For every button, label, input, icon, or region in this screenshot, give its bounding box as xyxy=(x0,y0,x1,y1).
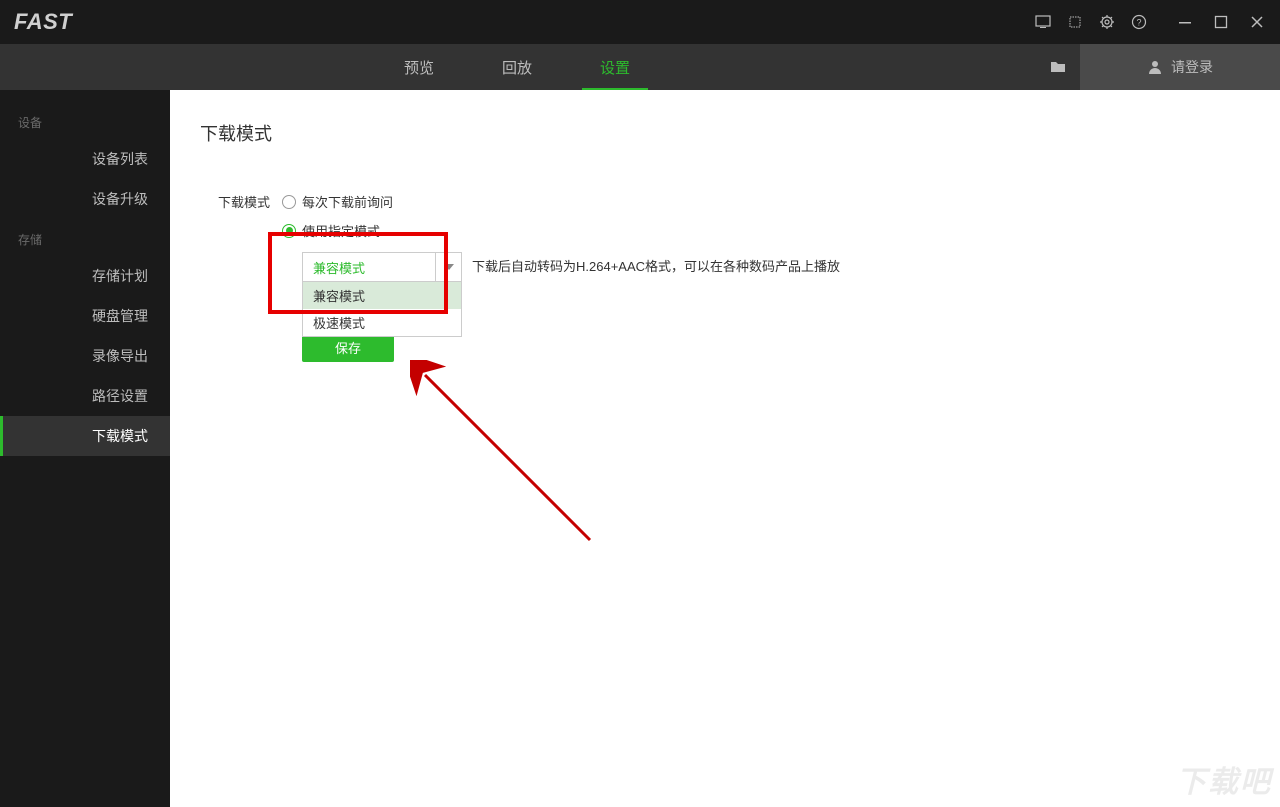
content: 下载模式 下载模式 每次下载前询问 使用指定模式 兼容模式 xyxy=(170,90,1280,807)
sidebar-item-device-list[interactable]: 设备列表 xyxy=(0,139,170,179)
user-icon xyxy=(1147,59,1163,75)
window-controls xyxy=(1176,13,1266,31)
radio-icon xyxy=(282,195,296,209)
close-button[interactable] xyxy=(1248,13,1266,31)
chip-icon[interactable] xyxy=(1066,13,1084,31)
sidebar-item-record-export[interactable]: 录像导出 xyxy=(0,336,170,376)
chevron-down-icon xyxy=(435,253,461,281)
radio-ask-each-time[interactable]: 每次下载前询问 xyxy=(282,192,393,211)
sidebar-item-storage-plan[interactable]: 存储计划 xyxy=(0,256,170,296)
sidebar-item-download-mode[interactable]: 下载模式 xyxy=(0,416,170,456)
form-row-radio1: 下载模式 每次下载前询问 xyxy=(200,192,1250,211)
dropdown: 兼容模式 极速模式 xyxy=(302,282,462,337)
form-label: 下载模式 xyxy=(200,192,270,211)
screen-icon[interactable] xyxy=(1034,13,1052,31)
sidebar-group-device: 设备 xyxy=(0,102,170,139)
sidebar: 设备 设备列表 设备升级 存储 存储计划 硬盘管理 录像导出 路径设置 下载模式 xyxy=(0,90,170,807)
minimize-button[interactable] xyxy=(1176,13,1194,31)
gear-icon[interactable] xyxy=(1098,13,1116,31)
help-icon[interactable]: ? xyxy=(1130,13,1148,31)
save-label: 保存 xyxy=(335,338,361,357)
radio-icon xyxy=(282,224,296,238)
page-title: 下载模式 xyxy=(200,120,1250,146)
nav-tabs: 预览 回放 设置 xyxy=(370,44,664,90)
svg-text:?: ? xyxy=(1136,18,1141,28)
sidebar-item-device-upgrade[interactable]: 设备升级 xyxy=(0,179,170,219)
app-logo: FAST xyxy=(14,9,72,35)
tab-preview[interactable]: 预览 xyxy=(370,44,468,90)
navbar: 预览 回放 设置 请登录 xyxy=(0,44,1280,90)
watermark: 下载吧 xyxy=(1176,757,1272,801)
folder-button[interactable] xyxy=(1036,44,1080,90)
sidebar-item-disk-manage[interactable]: 硬盘管理 xyxy=(0,296,170,336)
nav-right: 请登录 xyxy=(1036,44,1280,90)
select-area: 兼容模式 兼容模式 极速模式 下载后自动转码为H.264+AAC格式，可以在各种… xyxy=(302,252,1250,282)
sidebar-item-path-settings[interactable]: 路径设置 xyxy=(0,376,170,416)
tab-settings[interactable]: 设置 xyxy=(566,44,664,90)
titlebar: FAST ? xyxy=(0,0,1280,44)
maximize-button[interactable] xyxy=(1212,13,1230,31)
radio-label: 使用指定模式 xyxy=(302,221,380,240)
login-label: 请登录 xyxy=(1171,57,1213,77)
dropdown-option-fast[interactable]: 极速模式 xyxy=(303,309,461,336)
annotation-arrow xyxy=(410,360,610,560)
select-display[interactable]: 兼容模式 xyxy=(302,252,462,282)
sidebar-group-storage: 存储 xyxy=(0,219,170,256)
select-value: 兼容模式 xyxy=(313,258,365,277)
radio-use-specified[interactable]: 使用指定模式 xyxy=(282,221,380,240)
body-area: 设备 设备列表 设备升级 存储 存储计划 硬盘管理 录像导出 路径设置 下载模式… xyxy=(0,90,1280,807)
login-button[interactable]: 请登录 xyxy=(1080,44,1280,90)
mode-hint: 下载后自动转码为H.264+AAC格式，可以在各种数码产品上播放 xyxy=(472,252,840,282)
mode-select[interactable]: 兼容模式 兼容模式 极速模式 xyxy=(302,252,462,282)
tab-playback[interactable]: 回放 xyxy=(468,44,566,90)
titlebar-right: ? xyxy=(1034,13,1266,31)
form-row-radio2: 使用指定模式 xyxy=(282,221,1250,240)
dropdown-option-compat[interactable]: 兼容模式 xyxy=(303,282,461,309)
radio-label: 每次下载前询问 xyxy=(302,192,393,211)
